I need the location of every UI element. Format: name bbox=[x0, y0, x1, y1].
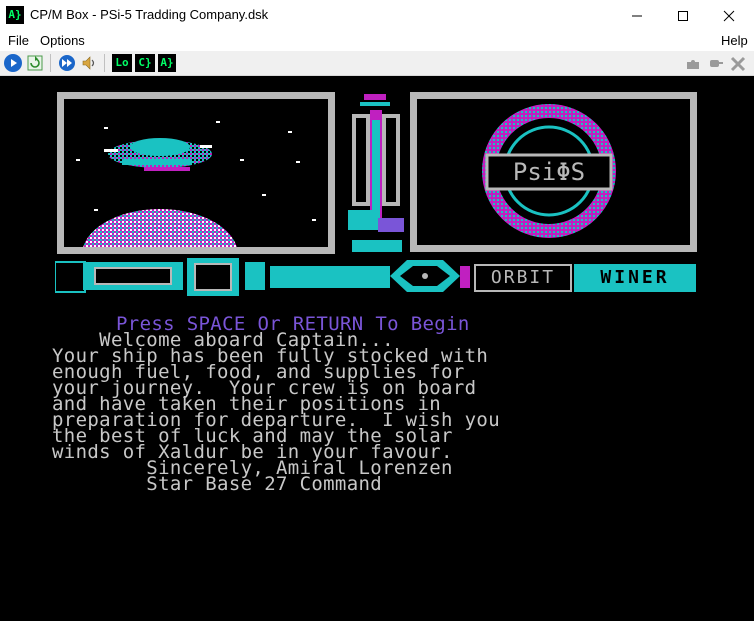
logo-text: PsiΦS bbox=[512, 158, 586, 186]
unplug-icon bbox=[730, 56, 746, 72]
unplug-button[interactable] bbox=[729, 54, 747, 72]
toolbar-separator bbox=[104, 54, 105, 72]
minimize-icon bbox=[632, 15, 642, 16]
fast-forward-icon bbox=[59, 55, 75, 71]
toolbar-separator bbox=[50, 54, 51, 72]
reset-icon bbox=[27, 55, 43, 71]
center-machinery-graphic bbox=[348, 94, 404, 252]
menu-help[interactable]: Help bbox=[721, 33, 748, 48]
message-line: Star Base 27 Command bbox=[52, 473, 383, 495]
menu-options[interactable]: Options bbox=[40, 33, 85, 48]
maximize-icon bbox=[678, 10, 688, 21]
menu-bar: File Options Help bbox=[0, 31, 754, 51]
fast-forward-button[interactable] bbox=[58, 54, 76, 72]
close-icon bbox=[723, 10, 735, 21]
ship-viewport bbox=[57, 92, 335, 254]
status-winner: WINER bbox=[574, 264, 696, 292]
reset-button[interactable] bbox=[26, 54, 44, 72]
toolbar: Lo C} A} bbox=[0, 51, 754, 76]
puzzle-button[interactable] bbox=[684, 54, 702, 72]
c-drive-button[interactable]: C} bbox=[135, 54, 155, 72]
play-button[interactable] bbox=[4, 54, 22, 72]
emulator-screen[interactable]: PsiΦS ORBIT WINER Press SPACE Or RETURN … bbox=[0, 76, 754, 621]
title-bar: A} CP/M Box - PSi-5 Tradding Company.dsk bbox=[0, 0, 754, 32]
plug-icon bbox=[710, 60, 723, 67]
app-icon: A} bbox=[6, 6, 24, 24]
logo-viewport: PsiΦS bbox=[410, 92, 697, 252]
starship-planet-graphic bbox=[83, 138, 237, 247]
maximize-button[interactable] bbox=[660, 0, 706, 31]
minimize-button[interactable] bbox=[614, 0, 660, 31]
play-icon bbox=[5, 55, 21, 71]
window-title: CP/M Box - PSi-5 Tradding Company.dsk bbox=[30, 7, 269, 22]
status-orbit: ORBIT bbox=[474, 264, 572, 292]
a-drive-button[interactable]: A} bbox=[158, 54, 176, 72]
puzzle-icon bbox=[687, 60, 699, 69]
speaker-icon bbox=[82, 56, 95, 70]
lo-button[interactable]: Lo bbox=[112, 54, 132, 72]
sound-button[interactable] bbox=[80, 54, 98, 72]
close-button[interactable] bbox=[706, 0, 752, 31]
plug-button[interactable] bbox=[706, 54, 724, 72]
menu-file[interactable]: File bbox=[8, 33, 29, 48]
